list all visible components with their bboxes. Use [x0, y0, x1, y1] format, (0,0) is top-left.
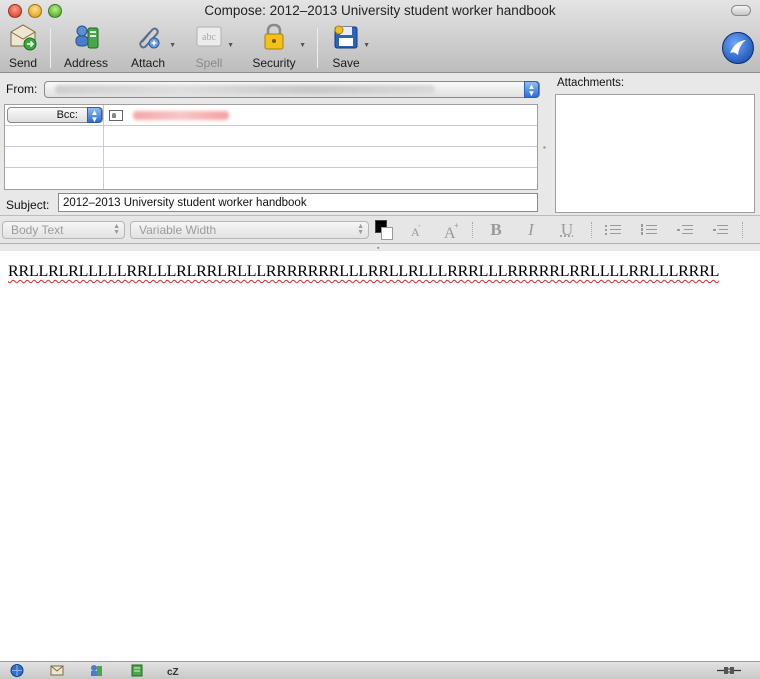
numbered-list-button[interactable]	[641, 224, 657, 236]
contact-card-icon	[109, 110, 123, 121]
subject-input[interactable]	[58, 193, 538, 212]
format-separator	[472, 222, 473, 238]
window-title: Compose: 2012–2013 University student wo…	[204, 3, 556, 18]
paragraph-style-value: Body Text	[11, 223, 64, 237]
paragraph-style-select[interactable]: Body Text ▲ ▼	[2, 221, 125, 239]
smaller-text-icon: A -	[411, 221, 421, 239]
recipient-row[interactable]	[5, 126, 537, 147]
font-select-arrows-icon: ▲ ▼	[357, 223, 364, 236]
toolbar-toggle-button[interactable]	[731, 5, 751, 16]
smaller-text-button[interactable]: A -	[405, 220, 425, 240]
chatzilla-icon[interactable]: cZ	[166, 664, 180, 677]
save-dropdown-arrow-icon[interactable]: ▼	[363, 42, 370, 49]
message-body-text[interactable]: RRLLRLRLLLLLRRLLLRLRRLRLLLRRRRRRRLLLRRLL…	[8, 263, 719, 281]
recipient-column-divider	[103, 105, 104, 189]
attach-dropdown-arrow-icon[interactable]: ▼	[169, 42, 176, 49]
security-dropdown-arrow-icon[interactable]: ▼	[299, 42, 306, 49]
composer-icon[interactable]	[130, 664, 144, 677]
recipient-row[interactable]	[5, 147, 537, 168]
italic-button[interactable]: I	[521, 220, 541, 240]
italic-icon: I	[528, 220, 534, 239]
svg-text:abc: abc	[202, 32, 216, 43]
from-identity-select[interactable]: ▲ ▼	[44, 81, 540, 98]
status-bar: cZ	[0, 661, 760, 679]
recipient-type-label: Bcc:	[56, 109, 78, 121]
svg-text:cZ: cZ	[167, 667, 179, 677]
subject-label: Subject:	[6, 198, 50, 212]
from-label: From:	[6, 82, 38, 96]
online-status-plug-icon[interactable]	[716, 664, 742, 677]
message-body-editor[interactable]: RRLLRLRLLLLLRRLLLRLRRLRLLLRRRRRRRLLLRRLL…	[0, 251, 760, 661]
larger-text-icon: A +	[444, 221, 459, 242]
larger-text-button[interactable]: A +	[441, 220, 461, 242]
paragraph-style-arrows-icon: ▲ ▼	[113, 223, 120, 236]
background-color-swatch[interactable]	[381, 227, 393, 240]
spellcheck-icon: abc	[194, 22, 224, 52]
spell-button[interactable]: abc Spell ▼	[192, 22, 234, 72]
attach-button[interactable]: Attach ▼	[128, 22, 176, 72]
recipient-type-arrows-icon: ▲ ▼	[87, 107, 102, 124]
from-select-arrows-icon: ▲ ▼	[524, 81, 539, 98]
recipient-type-select[interactable]: Bcc: ▲ ▼	[7, 107, 103, 124]
message-header: From: ▲▼ Bcc: ▲▼ Subject: ▪ Attachments:	[0, 73, 760, 216]
bullet-list-button[interactable]	[605, 224, 621, 236]
outdent-button[interactable]	[677, 224, 693, 236]
save-button[interactable]: Save ▼	[330, 22, 370, 72]
font-select[interactable]: Variable Width ▲ ▼	[130, 221, 369, 239]
bold-icon: B	[490, 220, 502, 239]
padlock-icon	[259, 22, 289, 52]
recipient-row[interactable]	[5, 168, 537, 189]
send-button[interactable]: Send	[4, 22, 42, 72]
spell-dropdown-arrow-icon[interactable]: ▼	[227, 42, 234, 49]
font-value: Variable Width	[139, 223, 217, 237]
attachments-pane[interactable]	[555, 94, 755, 213]
toolbar-separator	[317, 28, 318, 68]
floppy-disk-icon	[331, 22, 361, 52]
bold-button[interactable]: B	[486, 220, 506, 240]
security-button[interactable]: Security ▼	[250, 22, 306, 72]
svg-text:-: -	[418, 221, 421, 230]
recipient-list[interactable]: Bcc: ▲ ▼	[4, 104, 538, 190]
address-book-icon	[71, 22, 101, 52]
mail-icon[interactable]	[50, 664, 64, 677]
format-separator	[742, 222, 743, 238]
svg-text:+: +	[454, 221, 459, 230]
window-chrome: Compose: 2012–2013 University student wo…	[0, 0, 760, 73]
seamonkey-logo-icon[interactable]	[722, 32, 754, 64]
compose-window: Compose: 2012–2013 University student wo…	[0, 0, 760, 679]
underline-button[interactable]: U	[557, 220, 577, 240]
underline-icon: U	[560, 220, 574, 239]
browser-globe-icon[interactable]	[10, 664, 24, 677]
bcc-address-redacted[interactable]	[133, 111, 229, 120]
address-button[interactable]: Address	[62, 22, 110, 72]
toolbar-separator	[50, 28, 51, 68]
format-separator	[591, 222, 592, 238]
send-icon	[8, 22, 38, 52]
from-identity-redacted	[55, 85, 435, 94]
attachments-label: Attachments:	[557, 77, 625, 89]
header-splitter-grip[interactable]: ▪	[543, 143, 546, 152]
indent-button[interactable]	[712, 224, 728, 236]
paperclip-icon	[133, 22, 163, 52]
address-book-status-icon[interactable]	[89, 664, 103, 677]
